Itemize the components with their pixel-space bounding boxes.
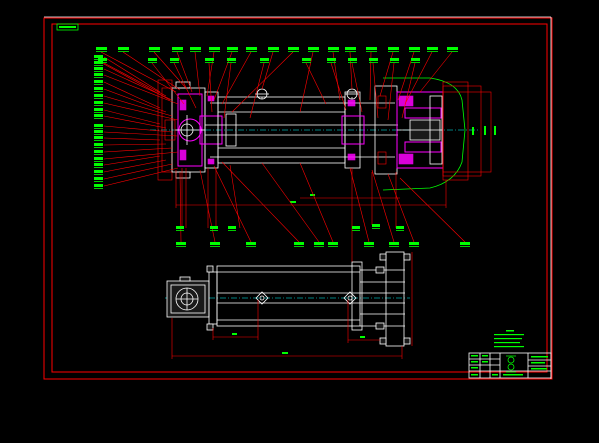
cad-drawing-sheet <box>0 0 599 443</box>
callout-left-6 <box>94 87 103 90</box>
callout-left-4 <box>94 73 103 76</box>
plan-right-dimension-text <box>360 336 365 338</box>
sheet-background <box>0 0 599 443</box>
callout-left-7 <box>94 94 103 97</box>
callout-mid-3 <box>170 58 179 61</box>
callout-top-9 <box>268 47 279 50</box>
callout-left-20 <box>94 184 103 187</box>
callout-left-9 <box>94 108 103 111</box>
callout-mid-11 <box>390 58 399 61</box>
callout-bottom-2 <box>210 242 220 245</box>
callout-drop-4 <box>352 226 360 229</box>
callout-bottom-6 <box>328 242 338 245</box>
callout-drop-2 <box>210 226 218 229</box>
callout-top-8 <box>246 47 257 50</box>
callout-left-5 <box>94 80 103 83</box>
callout-mid-7 <box>302 58 311 61</box>
callout-mid-8 <box>327 58 336 61</box>
callout-left-10 <box>94 114 103 117</box>
callout-left-14 <box>94 143 103 146</box>
callout-top-5 <box>190 47 201 50</box>
callout-top-10 <box>288 47 299 50</box>
right-nut-top <box>347 99 356 107</box>
callout-drop-5 <box>372 224 380 227</box>
callout-top-7 <box>227 47 238 50</box>
plan-end-nut-1 <box>379 253 387 261</box>
plan-bolt-top <box>206 265 214 273</box>
callout-top-17 <box>427 47 438 50</box>
plan-view-gearbox <box>166 276 210 318</box>
callout-top-6 <box>209 47 220 50</box>
callout-top-15 <box>388 47 399 50</box>
callout-bottom-4 <box>294 242 304 245</box>
callout-top-11 <box>308 47 319 50</box>
callout-left-11 <box>94 124 103 127</box>
plan-left-dimension-text <box>232 333 237 335</box>
callout-left-1 <box>94 55 103 58</box>
callout-left-16 <box>94 157 103 160</box>
right-dimension-text-3 <box>494 126 496 135</box>
callout-mid-12 <box>411 58 420 61</box>
callout-bottom-5 <box>314 242 324 245</box>
callout-top-16 <box>409 47 420 50</box>
callout-left-19 <box>94 177 103 180</box>
callout-left-15 <box>94 150 103 153</box>
callout-top-2 <box>118 47 129 50</box>
callout-top-14 <box>366 47 377 50</box>
callout-drop-1 <box>176 226 184 229</box>
callout-mid-9 <box>348 58 357 61</box>
callout-bottom-9 <box>409 242 419 245</box>
plan-overall-dimension-text <box>282 352 288 354</box>
callout-mid-2 <box>148 58 157 61</box>
plan-end-nut-4 <box>403 337 411 345</box>
callout-bottom-1 <box>176 242 186 245</box>
callout-mid-4 <box>205 58 214 61</box>
callout-drop-3 <box>228 226 236 229</box>
callout-bottom-8 <box>389 242 399 245</box>
callout-top-13 <box>345 47 356 50</box>
callout-top-18 <box>447 47 458 50</box>
plan-tie-rod-nut-1 <box>375 266 385 274</box>
callout-left-13 <box>94 136 103 139</box>
callout-bottom-10 <box>460 242 470 245</box>
plan-end-nut-2 <box>379 337 387 345</box>
callout-top-3 <box>149 47 160 50</box>
right-dimension-text-1 <box>472 127 474 135</box>
callout-mid-5 <box>227 58 236 61</box>
callout-left-3 <box>94 67 103 70</box>
plan-bolt-bottom <box>206 323 214 331</box>
plan-end-nut-3 <box>403 253 411 261</box>
callout-bottom-3 <box>246 242 256 245</box>
callout-drop-6 <box>396 226 404 229</box>
callout-mid-6 <box>260 58 269 61</box>
right-dimension-text-2 <box>484 126 486 135</box>
callout-top-4 <box>172 47 183 50</box>
right-nut-bottom <box>347 153 356 161</box>
callout-bottom-7 <box>364 242 374 245</box>
plan-tie-rod-nut-2 <box>375 322 385 330</box>
stroke-dimension-text <box>310 194 315 196</box>
left-bolt-bottom <box>207 158 215 165</box>
callout-left-8 <box>94 101 103 104</box>
callout-left-18 <box>94 170 103 173</box>
callout-top-1 <box>96 47 107 50</box>
callout-mid-10 <box>369 58 378 61</box>
callout-left-12 <box>94 130 103 133</box>
callout-top-12 <box>328 47 339 50</box>
callout-left-17 <box>94 163 103 166</box>
callout-left-2 <box>94 61 103 64</box>
